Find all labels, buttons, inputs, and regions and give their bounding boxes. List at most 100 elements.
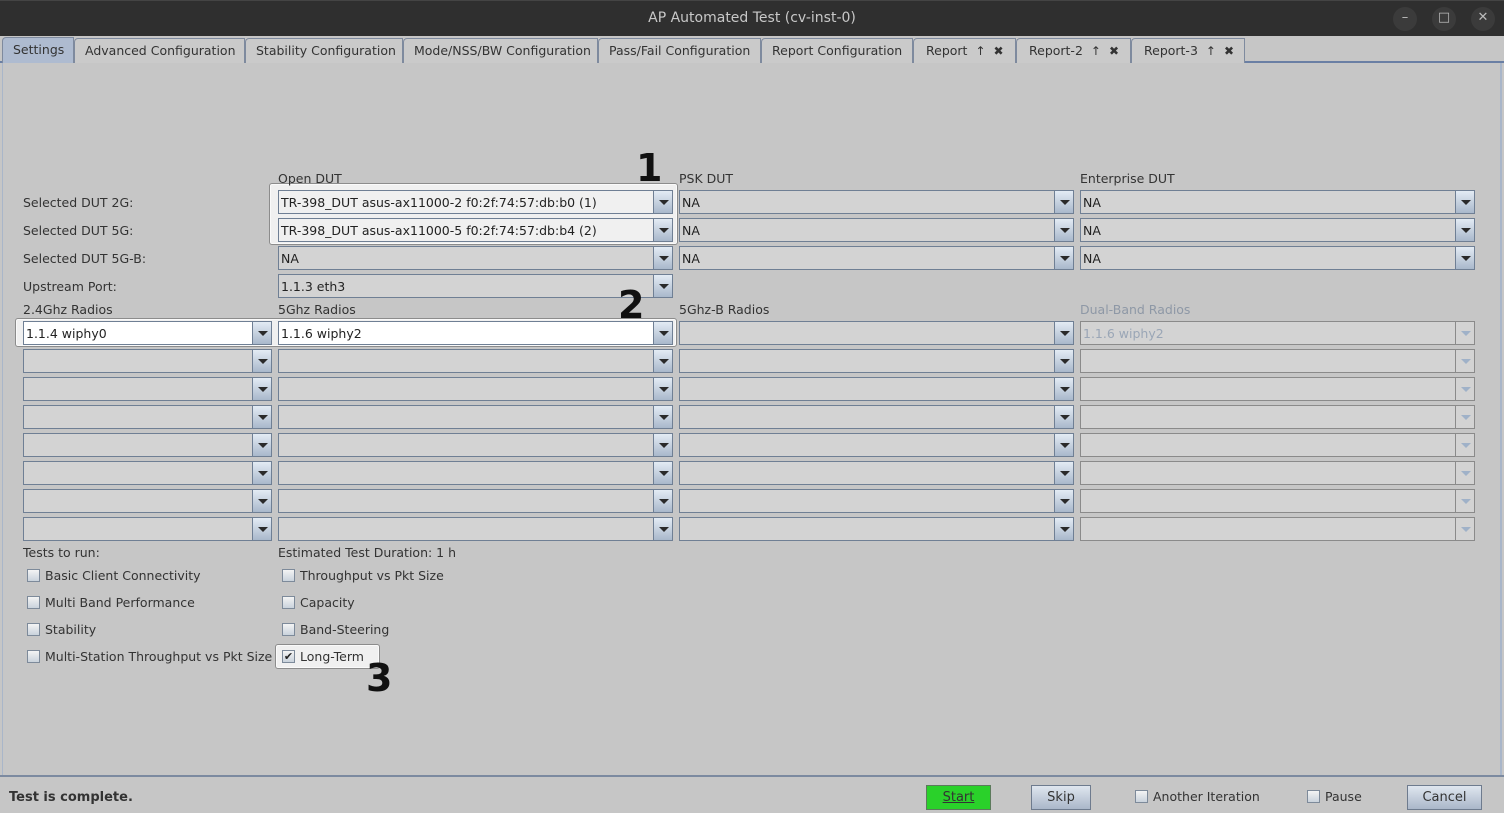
enterprise-dut-5g-select[interactable]: NA [1080, 218, 1475, 242]
another-iteration-checkbox[interactable]: Another Iteration [1135, 789, 1260, 804]
test-stability[interactable]: Stability [27, 622, 96, 637]
radio-5ghzb-select[interactable] [679, 321, 1074, 345]
chevron-down-icon[interactable] [653, 518, 672, 540]
chevron-down-icon[interactable] [252, 490, 271, 512]
chevron-down-icon[interactable] [1455, 191, 1474, 213]
checkbox[interactable] [282, 623, 295, 636]
close-tab-icon[interactable]: ✖ [994, 44, 1004, 58]
psk-dut-5g-select[interactable]: NA [679, 218, 1074, 242]
radio-5ghz-select[interactable] [278, 405, 673, 429]
radio-24ghz-select[interactable] [23, 349, 272, 373]
close-tab-icon[interactable]: ✖ [1109, 44, 1119, 58]
test-throughput-vs-pkt-size[interactable]: Throughput vs Pkt Size [282, 568, 444, 583]
open-dut-2g-select[interactable]: TR-398_DUT asus-ax11000-2 f0:2f:74:57:db… [278, 190, 673, 214]
maximize-button[interactable]: □ [1432, 7, 1456, 31]
radio-5ghz-select[interactable] [278, 377, 673, 401]
chevron-down-icon[interactable] [1054, 191, 1073, 213]
chevron-down-icon[interactable] [653, 275, 672, 297]
radio-5ghz-select[interactable] [278, 433, 673, 457]
test-band-steering[interactable]: Band-Steering [282, 622, 389, 637]
checkbox[interactable] [27, 569, 40, 582]
checkbox-checked[interactable]: ✔ [282, 650, 295, 663]
test-long-term[interactable]: ✔ Long-Term [282, 649, 364, 664]
tab-report-configuration[interactable]: Report Configuration [761, 38, 913, 63]
test-multi-band-performance[interactable]: Multi Band Performance [27, 595, 195, 610]
start-button[interactable]: Start [926, 785, 991, 810]
chevron-down-icon[interactable] [1054, 490, 1073, 512]
pop-out-icon[interactable]: ↑ [975, 44, 985, 58]
test-basic-client-connectivity[interactable]: Basic Client Connectivity [27, 568, 201, 583]
upstream-port-select[interactable]: 1.1.3 eth3 [278, 274, 673, 298]
chevron-down-icon[interactable] [653, 378, 672, 400]
radio-5ghzb-select[interactable] [679, 405, 1074, 429]
tab-mode-nss-bw-configuration[interactable]: Mode/NSS/BW Configuration [403, 38, 598, 63]
radio-5ghzb-select[interactable] [679, 433, 1074, 457]
test-multi-station-throughput[interactable]: Multi-Station Throughput vs Pkt Size [27, 649, 272, 664]
chevron-down-icon[interactable] [1054, 434, 1073, 456]
chevron-down-icon[interactable] [1054, 322, 1073, 344]
skip-button[interactable]: Skip [1031, 785, 1091, 810]
radio-5ghzb-select[interactable] [679, 517, 1074, 541]
cancel-button[interactable]: Cancel [1407, 785, 1482, 810]
tab-report-3[interactable]: Report-3 ↑ ✖ [1131, 38, 1245, 63]
open-dut-5gb-select[interactable]: NA [278, 246, 673, 270]
checkbox[interactable] [282, 569, 295, 582]
radio-5ghz-select[interactable] [278, 461, 673, 485]
chevron-down-icon[interactable] [252, 518, 271, 540]
chevron-down-icon[interactable] [1455, 247, 1474, 269]
minimize-button[interactable]: – [1393, 7, 1417, 31]
radio-5ghzb-select[interactable] [679, 489, 1074, 513]
chevron-down-icon[interactable] [653, 247, 672, 269]
chevron-down-icon[interactable] [653, 434, 672, 456]
tab-report-2[interactable]: Report-2 ↑ ✖ [1016, 38, 1131, 63]
radio-5ghzb-select[interactable] [679, 377, 1074, 401]
tab-stability-configuration[interactable]: Stability Configuration [245, 38, 403, 63]
checkbox[interactable] [27, 650, 40, 663]
chevron-down-icon[interactable] [653, 462, 672, 484]
radio-24ghz-select[interactable] [23, 461, 272, 485]
chevron-down-icon[interactable] [252, 350, 271, 372]
chevron-down-icon[interactable] [1054, 378, 1073, 400]
radio-24ghz-select[interactable]: 1.1.4 wiphy0 [23, 321, 272, 345]
chevron-down-icon[interactable] [252, 462, 271, 484]
pop-out-icon[interactable]: ↑ [1091, 44, 1101, 58]
enterprise-dut-2g-select[interactable]: NA [1080, 190, 1475, 214]
radio-5ghz-select[interactable] [278, 489, 673, 513]
chevron-down-icon[interactable] [653, 406, 672, 428]
tab-settings[interactable]: Settings [2, 37, 74, 63]
chevron-down-icon[interactable] [1054, 462, 1073, 484]
open-dut-5g-select[interactable]: TR-398_DUT asus-ax11000-5 f0:2f:74:57:db… [278, 218, 673, 242]
radio-5ghz-select[interactable] [278, 349, 673, 373]
radio-5ghz-select[interactable] [278, 517, 673, 541]
pause-checkbox[interactable]: Pause [1307, 789, 1362, 804]
radio-5ghzb-select[interactable] [679, 461, 1074, 485]
chevron-down-icon[interactable] [653, 219, 672, 241]
psk-dut-5gb-select[interactable]: NA [679, 246, 1074, 270]
pop-out-icon[interactable]: ↑ [1206, 44, 1216, 58]
chevron-down-icon[interactable] [252, 378, 271, 400]
psk-dut-2g-select[interactable]: NA [679, 190, 1074, 214]
tab-advanced-configuration[interactable]: Advanced Configuration [74, 38, 245, 63]
chevron-down-icon[interactable] [252, 434, 271, 456]
chevron-down-icon[interactable] [653, 490, 672, 512]
radio-24ghz-select[interactable] [23, 489, 272, 513]
checkbox[interactable] [1135, 790, 1148, 803]
chevron-down-icon[interactable] [653, 191, 672, 213]
radio-24ghz-select[interactable] [23, 433, 272, 457]
test-capacity[interactable]: Capacity [282, 595, 355, 610]
radio-24ghz-select[interactable] [23, 405, 272, 429]
close-tab-icon[interactable]: ✖ [1224, 44, 1234, 58]
chevron-down-icon[interactable] [1054, 406, 1073, 428]
chevron-down-icon[interactable] [1054, 350, 1073, 372]
chevron-down-icon[interactable] [653, 350, 672, 372]
checkbox[interactable] [27, 623, 40, 636]
checkbox[interactable] [27, 596, 40, 609]
chevron-down-icon[interactable] [252, 406, 271, 428]
radio-24ghz-select[interactable] [23, 377, 272, 401]
radio-5ghzb-select[interactable] [679, 349, 1074, 373]
tab-pass-fail-configuration[interactable]: Pass/Fail Configuration [598, 38, 761, 63]
close-window-button[interactable]: ✕ [1471, 7, 1495, 31]
chevron-down-icon[interactable] [1054, 219, 1073, 241]
tab-report[interactable]: Report ↑ ✖ [913, 38, 1016, 63]
enterprise-dut-5gb-select[interactable]: NA [1080, 246, 1475, 270]
